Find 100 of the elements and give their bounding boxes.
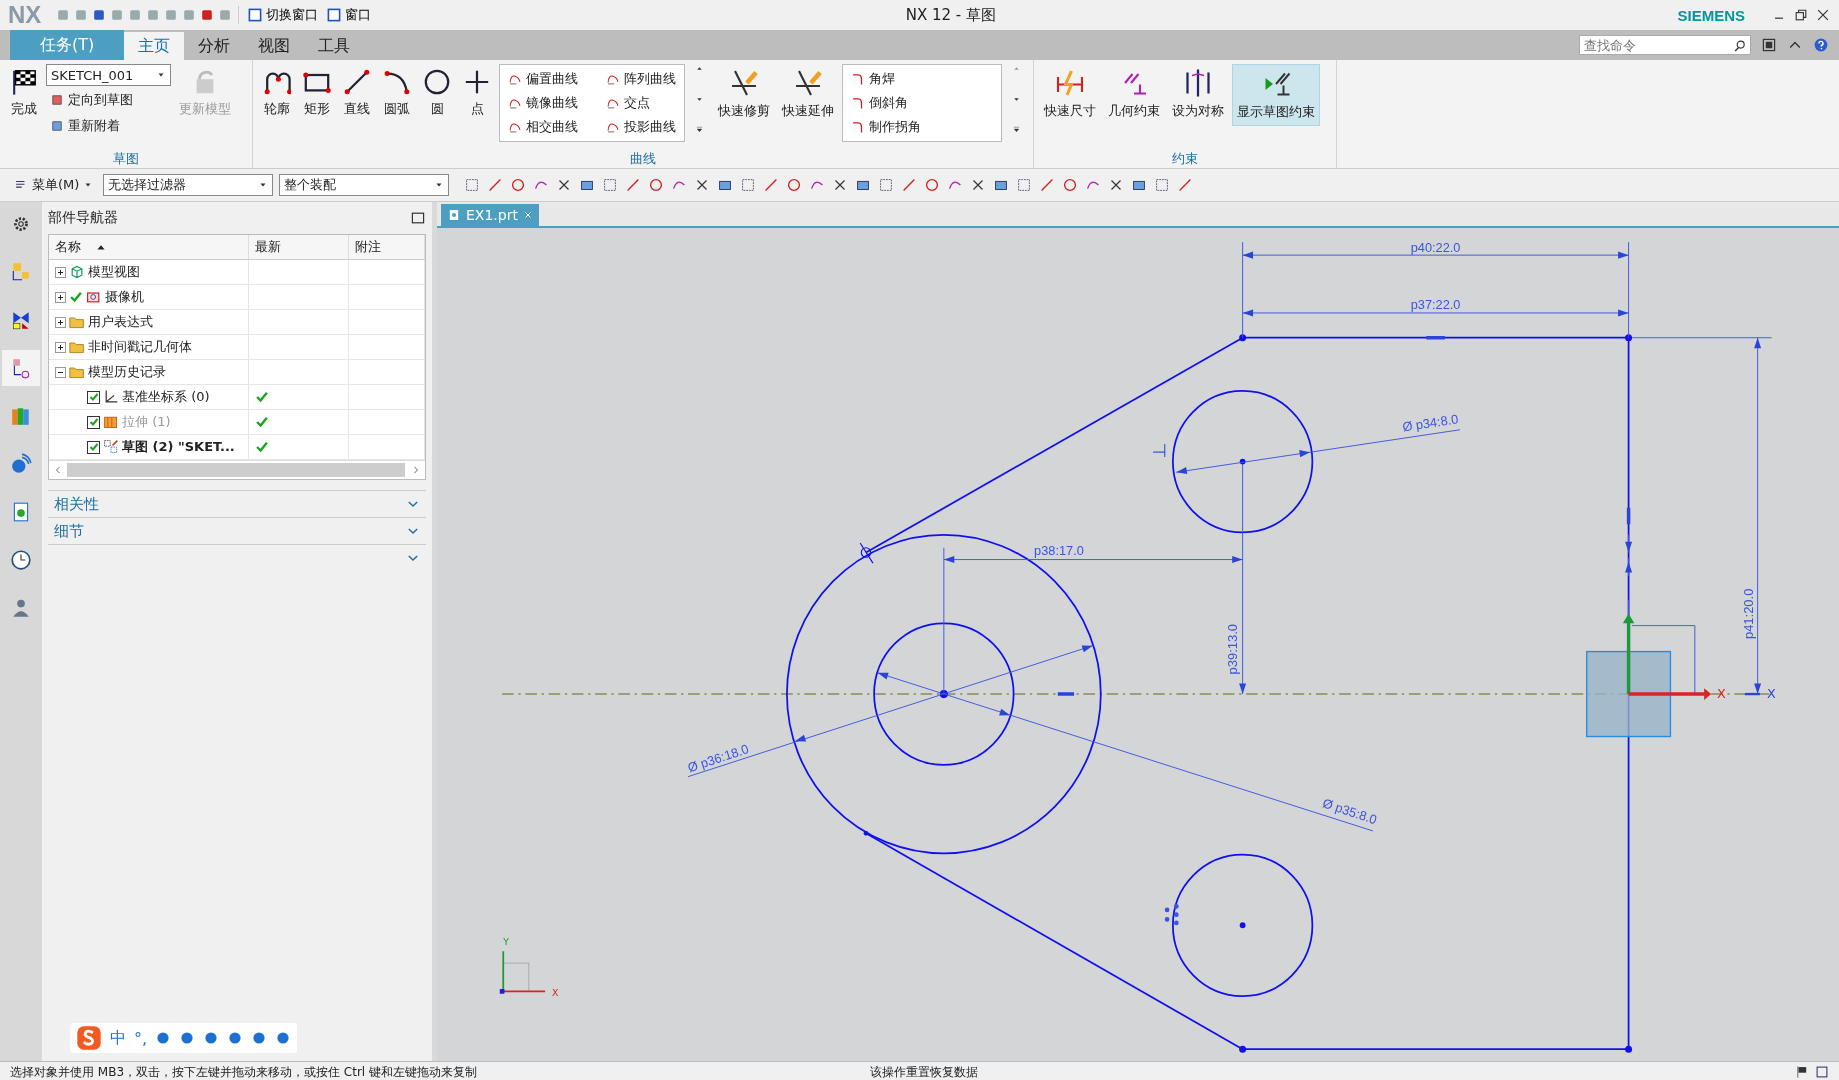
ime-logo-icon[interactable] bbox=[76, 1025, 102, 1051]
scroll-up-icon[interactable] bbox=[695, 64, 704, 73]
axis-label: X bbox=[1716, 685, 1726, 701]
expand-icon[interactable] bbox=[55, 266, 66, 278]
help-icon[interactable] bbox=[1813, 37, 1829, 53]
panel-header[interactable]: 相关性 bbox=[54, 494, 99, 514]
curve-operation-item[interactable]: 相交曲线 bbox=[504, 115, 582, 139]
menu-button[interactable]: 菜单(M) bbox=[10, 173, 98, 197]
sketch-icon bbox=[103, 439, 119, 455]
ribbon-tab[interactable]: 分析 bbox=[184, 32, 245, 60]
expand-icon[interactable] bbox=[55, 341, 66, 353]
restore-icon[interactable] bbox=[1793, 7, 1809, 23]
maximize-icon[interactable] bbox=[410, 210, 426, 226]
curve-operation-item[interactable]: 交点 bbox=[602, 91, 680, 115]
assembly-scope-dropdown[interactable]: 整个装配 bbox=[279, 174, 450, 196]
window-title: NX 12 - 草图 bbox=[904, 5, 998, 25]
sketch-action-button[interactable]: 定向到草图 bbox=[46, 88, 171, 112]
trim-tool-button[interactable]: 快速延伸 bbox=[778, 64, 838, 124]
tree-item[interactable]: 草图 (2) "SKET... bbox=[122, 438, 235, 456]
column-header[interactable]: 最新 bbox=[255, 238, 281, 256]
more-icon[interactable] bbox=[1012, 125, 1021, 134]
command-search-field[interactable]: 查找命令 bbox=[1579, 35, 1751, 55]
sketch-tool-button[interactable]: 矩形 bbox=[299, 64, 335, 122]
quick-access-button[interactable]: 窗口 bbox=[323, 4, 375, 26]
corner-operation-item[interactable]: 制作拐角 bbox=[847, 115, 997, 139]
cubes-icon bbox=[10, 261, 32, 283]
corner-operation-item[interactable]: 角焊 bbox=[847, 67, 997, 91]
sketch-dropdown[interactable]: SKETCH_001 bbox=[46, 64, 171, 86]
constraint-tool-button[interactable]: 快速尺寸 bbox=[1040, 64, 1100, 124]
ribbon-tab[interactable]: 主页 bbox=[124, 32, 185, 60]
curve-operation-item[interactable]: 偏置曲线 bbox=[504, 67, 582, 91]
flag-icon[interactable] bbox=[1795, 1065, 1809, 1079]
quick-access-button[interactable]: 切换窗口 bbox=[244, 4, 322, 26]
axis-triad bbox=[499, 950, 546, 994]
more-icon[interactable] bbox=[695, 125, 704, 134]
brand-logo: SIEMENS bbox=[1677, 6, 1745, 24]
scrollbar-thumb[interactable] bbox=[67, 463, 405, 477]
app-logo: NX bbox=[8, 1, 42, 29]
collapse-icon[interactable] bbox=[55, 366, 66, 378]
column-header[interactable]: 附注 bbox=[355, 238, 381, 256]
constraint-tool-button[interactable]: 几何约束 bbox=[1104, 64, 1164, 124]
curve-op-icon bbox=[508, 96, 522, 110]
constraint-tool-button[interactable]: 显示草图约束 bbox=[1232, 64, 1320, 126]
curve-operation-item[interactable]: 投影曲线 bbox=[602, 115, 680, 139]
sketch-action-button[interactable]: 重新附着 bbox=[46, 114, 171, 138]
window-icon[interactable] bbox=[1815, 1065, 1829, 1079]
dimension-label: p38:17.0 bbox=[1034, 542, 1084, 558]
expand-icon[interactable] bbox=[55, 291, 66, 303]
clock-icon bbox=[10, 549, 32, 571]
column-header[interactable]: 名称 bbox=[55, 238, 81, 256]
info-icon bbox=[10, 453, 32, 475]
extrude-icon bbox=[103, 414, 119, 430]
dimension-label: Ø p34:8.0 bbox=[1401, 411, 1460, 435]
curve-op-icon bbox=[508, 120, 522, 134]
trim-icon bbox=[729, 68, 759, 98]
check-icon bbox=[255, 415, 269, 429]
sketch-tool-button[interactable]: 轮廓 bbox=[259, 64, 295, 122]
checkbox[interactable] bbox=[87, 390, 100, 404]
checkbox[interactable] bbox=[87, 440, 100, 454]
selection-filter-dropdown[interactable]: 无选择过滤器 bbox=[103, 174, 274, 196]
close-icon[interactable] bbox=[1815, 7, 1831, 23]
tree-item[interactable]: 模型视图 bbox=[88, 263, 140, 281]
ribbon-tab[interactable]: 工具 bbox=[304, 32, 365, 60]
tree-item[interactable]: 用户表达式 bbox=[88, 313, 153, 331]
arc-icon bbox=[383, 68, 411, 96]
corner-icon bbox=[851, 96, 865, 110]
curve-operation-item[interactable]: 镜像曲线 bbox=[504, 91, 582, 115]
curve-op-icon bbox=[606, 96, 620, 110]
check-icon bbox=[255, 440, 269, 454]
camera-icon bbox=[86, 289, 102, 305]
sketch-tool-button[interactable]: 圆弧 bbox=[379, 64, 415, 122]
bowtie-icon bbox=[10, 309, 32, 331]
trim-tool-button[interactable]: 快速修剪 bbox=[714, 64, 774, 124]
ime-punctuation[interactable]: °, bbox=[134, 1028, 148, 1048]
folder-icon bbox=[69, 339, 85, 355]
line-icon bbox=[343, 68, 371, 96]
ime-mode[interactable]: 中 bbox=[110, 1027, 126, 1049]
books-icon bbox=[10, 405, 32, 427]
resource-bar-tab[interactable] bbox=[2, 350, 40, 386]
sketch-tool-button[interactable]: 点 bbox=[459, 64, 495, 122]
folder-icon bbox=[69, 314, 85, 330]
point-icon bbox=[463, 68, 491, 96]
panel-header[interactable]: 细节 bbox=[54, 521, 84, 541]
tree-item[interactable]: 基准坐标系 (0) bbox=[122, 388, 210, 406]
ribbon-tab[interactable]: 视图 bbox=[244, 32, 305, 60]
checkered-flag-icon bbox=[10, 68, 38, 96]
group-label: 草图 bbox=[113, 150, 139, 168]
fullscreen-icon[interactable] bbox=[1761, 37, 1777, 53]
expand-icon[interactable] bbox=[55, 316, 66, 328]
corner-operation-item[interactable]: 倒斜角 bbox=[847, 91, 997, 115]
group-label: 曲线 bbox=[630, 150, 656, 168]
curve-operation-item[interactable]: 阵列曲线 bbox=[602, 67, 680, 91]
tree-item[interactable]: 模型历史记录 bbox=[88, 363, 166, 381]
sketch-tool-button[interactable]: 直线 bbox=[339, 64, 375, 122]
tree-item[interactable]: 非时间戳记几何体 bbox=[88, 338, 192, 356]
sketch-tool-button[interactable]: 圆 bbox=[419, 64, 455, 122]
finish-button[interactable]: 完成 bbox=[6, 64, 42, 122]
part-tree-icon bbox=[10, 357, 32, 379]
tree-item[interactable]: 摄像机 bbox=[105, 288, 144, 306]
constraint-tool-button[interactable]: 设为对称 bbox=[1168, 64, 1228, 124]
